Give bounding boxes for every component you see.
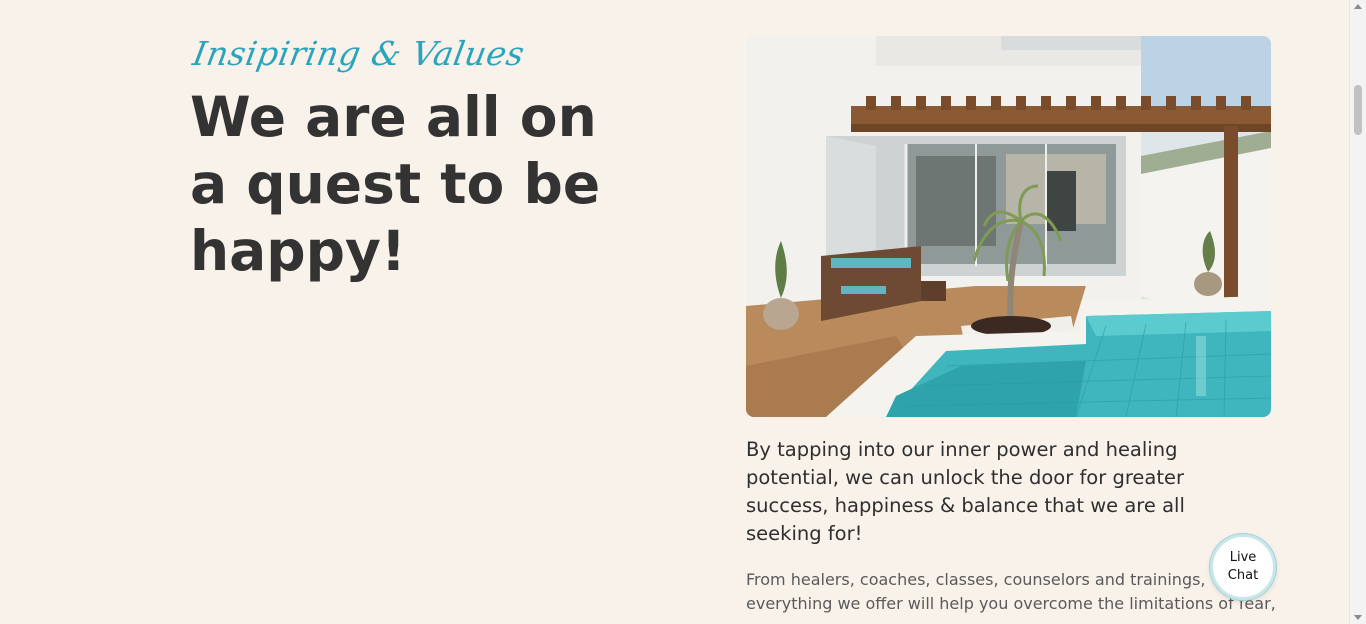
patio-pool-photo bbox=[746, 36, 1271, 417]
section-headline: We are all on a quest to be happy! bbox=[190, 85, 601, 283]
live-chat-label: Live Chat bbox=[1227, 550, 1259, 583]
vertical-scrollbar[interactable] bbox=[1349, 0, 1366, 624]
scroll-down-arrow-icon[interactable] bbox=[1354, 615, 1362, 620]
section-body-text: From healers, coaches, classes, counselo… bbox=[746, 570, 1276, 613]
section-eyebrow: Insipiring & Values bbox=[190, 34, 528, 73]
live-chat-button[interactable]: Live Chat bbox=[1210, 534, 1276, 600]
section-lead-text: By tapping into our inner power and heal… bbox=[746, 438, 1185, 545]
page: Insipiring & Values We are all on a ques… bbox=[0, 0, 1366, 624]
scroll-up-arrow-icon[interactable] bbox=[1354, 4, 1362, 9]
scroll-thumb[interactable] bbox=[1354, 85, 1362, 135]
